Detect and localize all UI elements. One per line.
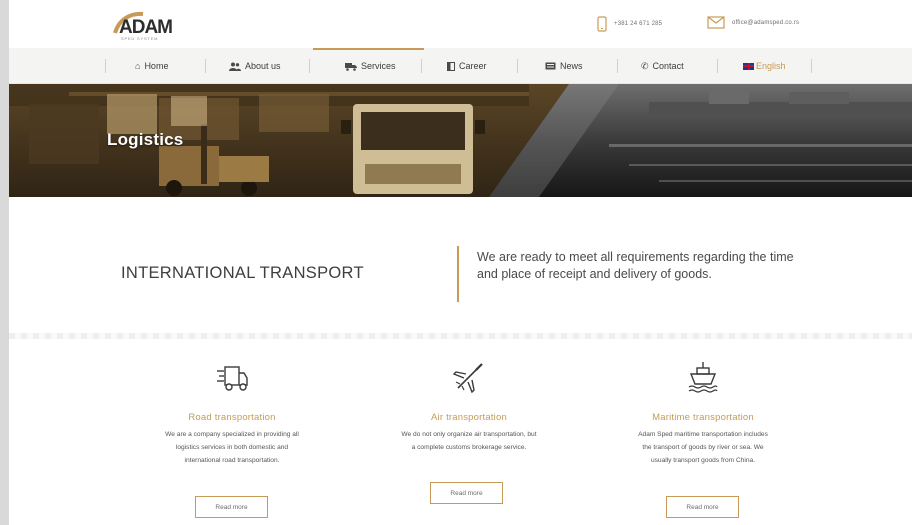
nav-separator — [517, 59, 518, 73]
service-title: Air transportation — [431, 412, 507, 423]
nav-item-label: Career — [459, 61, 487, 71]
service-title: Road transportation — [188, 412, 276, 423]
top-bar: ADAM SPED SYSTEM +381 24 671 285 office@… — [9, 0, 912, 48]
service-maritime: Maritime transportation Adam Sped mariti… — [588, 360, 818, 467]
section-divider — [9, 333, 912, 339]
nav-item-label: About us — [245, 61, 281, 71]
service-description-line: international road transportation. — [184, 457, 280, 464]
road-read-more-button[interactable]: Read more — [195, 496, 268, 518]
service-description-line: We are a company specialized in providin… — [165, 431, 299, 438]
phone-icon: ✆ — [641, 60, 649, 71]
nav-separator — [717, 59, 718, 73]
page-frame: ADAM SPED SYSTEM +381 24 671 285 office@… — [9, 0, 912, 525]
service-title: Maritime transportation — [652, 412, 754, 423]
briefcase-icon — [447, 61, 455, 71]
page-title: Logistics — [107, 130, 184, 149]
nav-item-language[interactable]: English — [743, 48, 786, 84]
home-icon: ⌂ — [135, 61, 141, 71]
service-description-line: We do not only organize air transportati… — [401, 431, 537, 438]
header-phone[interactable]: +381 24 671 285 — [597, 16, 662, 32]
nav-item-contact[interactable]: ✆ Contact — [641, 48, 684, 84]
main-nav: ⌂ Home About us Services Career News ✆ C… — [9, 48, 912, 84]
service-road: Road transportation We are a company spe… — [117, 360, 347, 467]
site-logo[interactable]: ADAM SPED SYSTEM — [109, 9, 201, 43]
truck-icon — [345, 62, 357, 71]
envelope-icon — [707, 16, 725, 29]
hero-banner: Logistics — [9, 84, 912, 197]
header-email[interactable]: office@adamsped.co.rs — [707, 16, 799, 29]
service-description-line: the transport of goods by river or sea. … — [642, 444, 764, 451]
nav-separator — [617, 59, 618, 73]
service-description-line: logistics services in both domestic and — [175, 444, 289, 451]
users-icon — [229, 62, 241, 71]
divider — [457, 246, 459, 302]
ship-icon — [688, 362, 718, 393]
logo-subtext: SPED SYSTEM — [121, 36, 158, 41]
nav-item-news[interactable]: News — [545, 48, 583, 84]
newspaper-icon — [545, 62, 556, 70]
nav-item-label: Home — [144, 61, 169, 71]
intro-text: We are ready to meet all requirements re… — [477, 250, 794, 281]
service-description-line: Adam Sped maritime transportation includ… — [638, 431, 768, 438]
service-description: We are a company specialized in providin… — [117, 428, 347, 467]
nav-separator — [309, 59, 310, 73]
nav-item-label: English — [756, 61, 786, 71]
phone-number: +381 24 671 285 — [614, 21, 663, 27]
email-address: office@adamsped.co.rs — [732, 19, 800, 26]
maritime-read-more-button[interactable]: Read more — [666, 496, 739, 518]
delivery-truck-icon — [217, 366, 248, 391]
uk-flag-icon — [743, 62, 754, 70]
nav-item-label: Contact — [652, 61, 684, 71]
nav-item-about-us[interactable]: About us — [229, 48, 281, 84]
adam-logo-icon: ADAM SPED SYSTEM — [113, 11, 173, 41]
section-heading: INTERNATIONAL TRANSPORT — [121, 264, 364, 282]
air-read-more-button[interactable]: Read more — [430, 482, 503, 504]
logo-text: ADAM — [119, 17, 172, 38]
nav-item-label: News — [560, 61, 583, 71]
nav-item-career[interactable]: Career — [447, 48, 487, 84]
nav-separator — [205, 59, 206, 73]
airplane-icon — [452, 363, 483, 394]
nav-item-services[interactable]: Services — [313, 48, 423, 84]
nav-item-home[interactable]: ⌂ Home — [135, 48, 168, 84]
service-description: We do not only organize air transportati… — [354, 428, 584, 454]
service-air: Air transportation We do not only organi… — [354, 360, 584, 454]
nav-item-label: Services — [361, 61, 396, 71]
service-description: Adam Sped maritime transportation includ… — [588, 428, 818, 467]
mobile-phone-icon — [597, 16, 607, 32]
nav-separator — [421, 59, 422, 73]
nav-separator — [105, 59, 106, 73]
service-description-line: a complete customs brokerage service. — [411, 444, 527, 451]
nav-separator — [811, 59, 812, 73]
service-description-line: usually transport goods from China. — [650, 457, 756, 464]
